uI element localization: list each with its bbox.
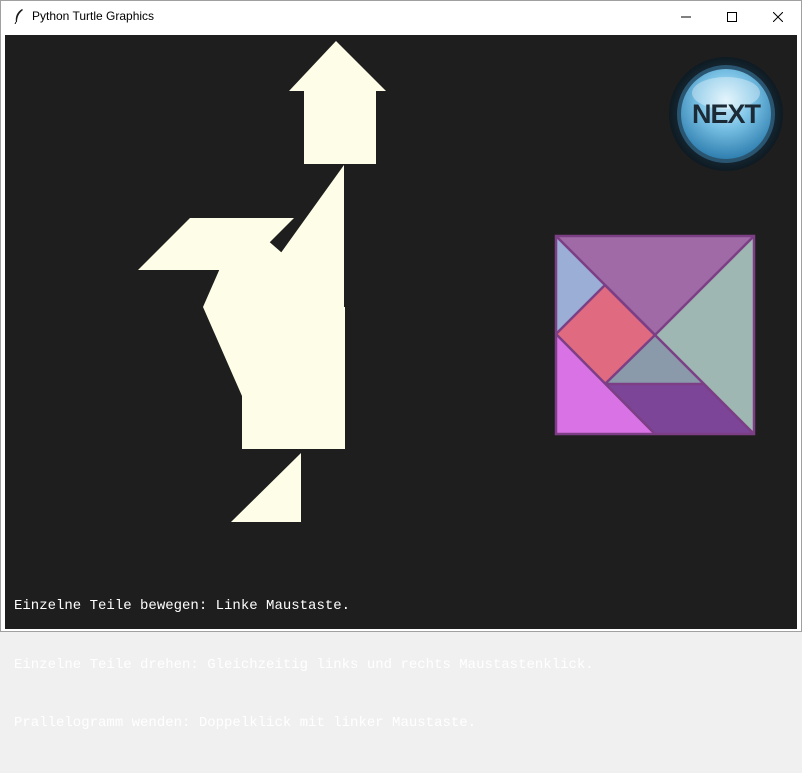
- instructions: Einzelne Teile bewegen: Linke Maustaste.…: [14, 558, 594, 773]
- minimize-icon: [681, 12, 691, 22]
- next-button-label: NEXT: [691, 98, 761, 129]
- tangram-piece-head-square[interactable]: [304, 90, 376, 164]
- turtle-window: Python Turtle Graphics NEXT Einzelne Tei…: [0, 0, 802, 731]
- tangram-piece-head-triangle[interactable]: [289, 41, 386, 91]
- maximize-icon: [727, 11, 737, 22]
- next-button[interactable]: NEXT: [667, 55, 785, 173]
- instruction-line: Einzelne Teile drehen: Gleichzeitig link…: [14, 656, 594, 673]
- tangram-piece-body-block[interactable]: [242, 307, 345, 449]
- close-button[interactable]: [755, 1, 801, 32]
- window-title: Python Turtle Graphics: [32, 9, 155, 23]
- solution-preview: [554, 234, 756, 436]
- instruction-line: Prallelogramm wenden: Doppelklick mit li…: [14, 715, 477, 731]
- tangram-piece-foot-triangle[interactable]: [231, 453, 301, 522]
- feather-icon: [11, 8, 27, 25]
- maximize-button[interactable]: [709, 1, 755, 32]
- instruction-line: Einzelne Teile bewegen: Linke Maustaste.: [14, 598, 351, 614]
- minimize-button[interactable]: [663, 1, 709, 32]
- title-bar[interactable]: Python Turtle Graphics: [1, 1, 801, 32]
- turtle-canvas[interactable]: NEXT Einzelne Teile bewegen: Linke Maust…: [5, 35, 797, 731]
- close-icon: [773, 11, 783, 22]
